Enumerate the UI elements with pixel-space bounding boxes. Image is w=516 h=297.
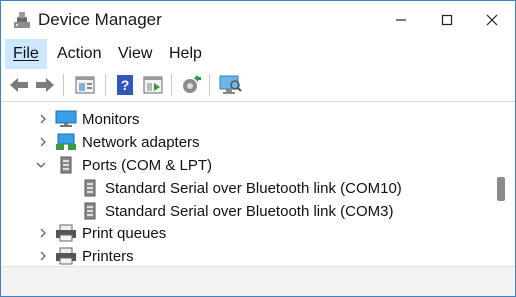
print-queue-icon bbox=[56, 224, 76, 242]
printer-icon bbox=[56, 247, 76, 265]
close-button[interactable] bbox=[469, 1, 515, 39]
help-icon: ? bbox=[117, 75, 133, 95]
menu-action[interactable]: Action bbox=[49, 39, 109, 69]
forward-icon bbox=[36, 78, 54, 92]
status-bar bbox=[1, 266, 515, 296]
tree-label-network-adapters: Network adapters bbox=[82, 134, 200, 151]
tree-node-network-adapters[interactable]: Network adapters bbox=[1, 131, 491, 154]
window-title: Device Manager bbox=[38, 10, 162, 29]
close-icon bbox=[486, 14, 498, 26]
maximize-button[interactable] bbox=[424, 1, 470, 39]
scan-hardware-button[interactable] bbox=[218, 73, 242, 97]
chevron-right-icon[interactable] bbox=[37, 136, 49, 148]
title-bar[interactable]: Device Manager bbox=[1, 1, 515, 39]
device-manager-window: Device Manager File Action View Help ? M… bbox=[0, 0, 516, 297]
help-button[interactable]: ? bbox=[113, 73, 137, 97]
menu-view-label: View bbox=[118, 45, 153, 62]
tree-node-print-queues[interactable]: Print queues bbox=[1, 222, 491, 245]
tree-node-monitors[interactable]: Monitors bbox=[1, 108, 491, 131]
minimize-button[interactable] bbox=[378, 1, 424, 39]
tree-node-printers[interactable]: Printers bbox=[1, 245, 491, 266]
run-button[interactable] bbox=[141, 73, 165, 97]
chevron-right-icon[interactable] bbox=[37, 227, 49, 239]
toolbar-separator bbox=[209, 74, 210, 96]
forward-button[interactable] bbox=[33, 73, 57, 97]
device-manager-icon bbox=[14, 12, 30, 28]
tree-label-port-com3: Standard Serial over Bluetooth link (COM… bbox=[105, 203, 394, 220]
run-icon bbox=[143, 76, 163, 94]
tree-label-printers: Printers bbox=[82, 248, 134, 265]
tree-label-ports: Ports (COM & LPT) bbox=[82, 157, 213, 174]
chevron-right-icon[interactable] bbox=[37, 113, 49, 125]
menu-action-label: Action bbox=[57, 45, 102, 62]
tree-node-port-com10[interactable]: Standard Serial over Bluetooth link (COM… bbox=[1, 177, 491, 200]
maximize-icon bbox=[441, 14, 453, 26]
properties-icon bbox=[75, 76, 95, 94]
serial-port-icon bbox=[84, 202, 96, 220]
menu-help-label: Help bbox=[169, 45, 202, 62]
scrollbar-thumb[interactable] bbox=[497, 177, 505, 201]
menu-file[interactable]: File bbox=[5, 39, 47, 69]
port-icon bbox=[60, 156, 72, 174]
chevron-right-icon[interactable] bbox=[37, 250, 49, 262]
toolbar: ? bbox=[1, 69, 515, 102]
network-adapter-icon bbox=[56, 133, 76, 150]
menu-file-label: File bbox=[13, 45, 39, 62]
scan-hardware-icon bbox=[219, 75, 242, 94]
toolbar-separator bbox=[63, 74, 64, 96]
toolbar-separator bbox=[171, 74, 172, 96]
tree-label-port-com10: Standard Serial over Bluetooth link (COM… bbox=[105, 180, 402, 197]
menu-bar: File Action View Help bbox=[1, 39, 515, 69]
properties-button[interactable] bbox=[73, 73, 97, 97]
tree-label-monitors: Monitors bbox=[82, 111, 140, 128]
chevron-down-icon[interactable] bbox=[35, 159, 47, 171]
serial-port-icon bbox=[84, 179, 96, 197]
menu-view[interactable]: View bbox=[110, 39, 160, 69]
tree-label-print-queues: Print queues bbox=[82, 225, 167, 242]
monitor-icon bbox=[55, 110, 77, 127]
tree-node-ports[interactable]: Ports (COM & LPT) bbox=[1, 154, 491, 177]
back-button[interactable] bbox=[7, 73, 31, 97]
back-icon bbox=[10, 78, 28, 92]
menu-help[interactable]: Help bbox=[161, 39, 210, 69]
device-tree[interactable]: Monitors Network adapters Ports (COM & L… bbox=[1, 102, 515, 266]
minimize-icon bbox=[396, 19, 406, 21]
svg-text:?: ? bbox=[121, 77, 130, 93]
vertical-scrollbar[interactable] bbox=[491, 102, 515, 266]
tree-node-port-com3[interactable]: Standard Serial over Bluetooth link (COM… bbox=[1, 200, 491, 223]
update-driver-button[interactable] bbox=[179, 73, 203, 97]
toolbar-separator bbox=[105, 74, 106, 96]
update-driver-icon bbox=[183, 75, 201, 93]
